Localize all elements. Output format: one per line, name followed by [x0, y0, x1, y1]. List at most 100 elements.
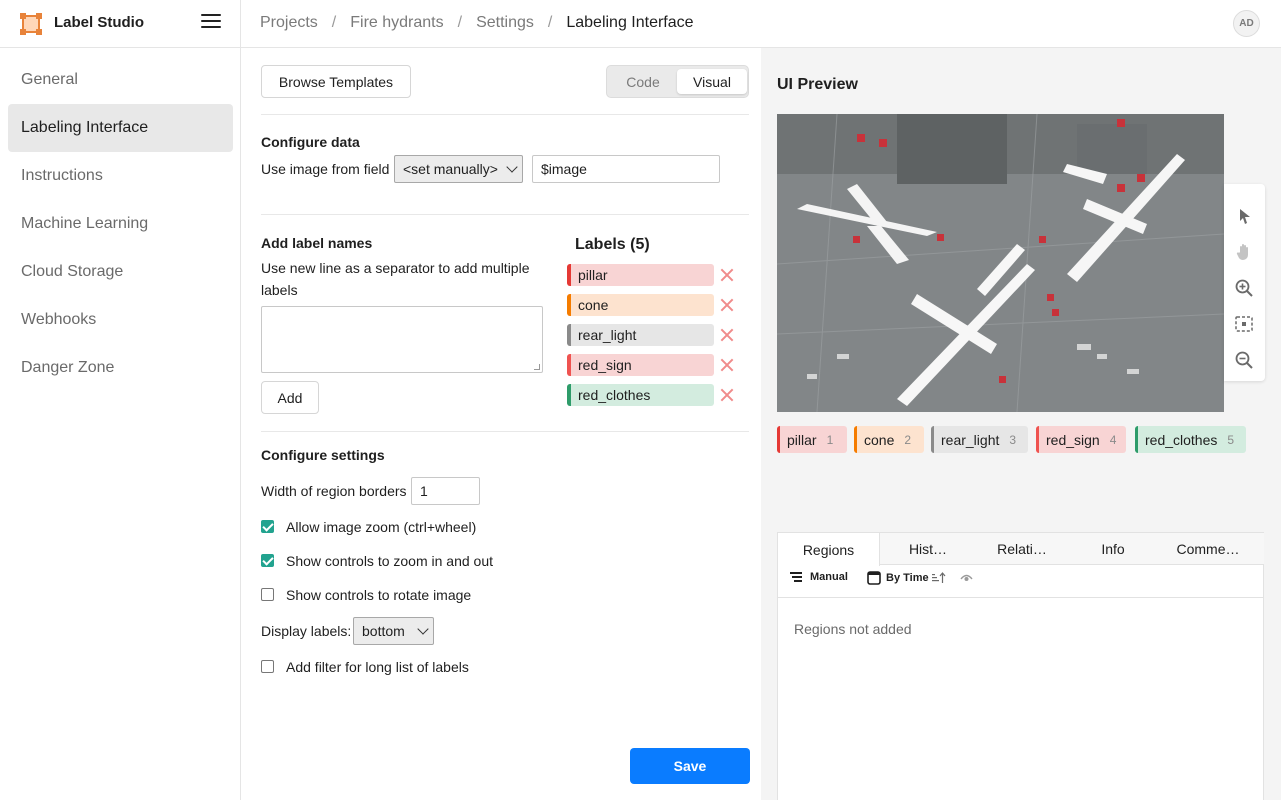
configure-data-title: Configure data — [261, 134, 360, 150]
save-button[interactable]: Save — [630, 748, 750, 784]
sidebar-item-cloud-storage[interactable]: Cloud Storage — [8, 248, 233, 296]
panel-tabs: Regions Hist… Relati… Info Comme… — [778, 533, 1264, 566]
sort-ascending-icon — [931, 572, 946, 583]
label-chip-rear-light[interactable]: rear_light — [567, 324, 714, 346]
hand-pan-icon[interactable] — [1234, 242, 1254, 262]
sidebar-item-danger-zone[interactable]: Danger Zone — [8, 344, 233, 392]
label-chip-red-clothes[interactable]: red_clothes — [567, 384, 714, 406]
display-labels-label: Display labels: — [261, 623, 352, 639]
close-icon[interactable] — [720, 388, 734, 402]
image-toolbar — [1224, 184, 1265, 381]
calendar-icon — [867, 571, 881, 585]
sidebar-item-machine-learning[interactable]: Machine Learning — [8, 200, 233, 248]
browse-templates-button[interactable]: Browse Templates — [261, 65, 411, 98]
labels-title: Labels (5) — [575, 236, 650, 253]
display-labels-select[interactable]: bottom — [353, 617, 434, 645]
tab-relations[interactable]: Relati… — [976, 533, 1068, 565]
label-chip-cone[interactable]: cone — [567, 294, 714, 316]
breadcrumb-projects[interactable]: Projects — [260, 14, 318, 32]
eye-icon[interactable] — [960, 573, 973, 583]
manual-label: Manual — [810, 571, 848, 583]
preview-label-name: red_sign — [1046, 431, 1100, 448]
settings-sidebar: General Labeling Interface Instructions … — [0, 48, 241, 800]
menu-icon[interactable] — [201, 14, 221, 34]
tab-visual[interactable]: Visual — [677, 69, 747, 94]
airport-aerial-photo-icon — [777, 114, 1224, 412]
filter-checkbox[interactable] — [261, 660, 274, 673]
label-chip-pillar[interactable]: pillar — [567, 264, 714, 286]
label-chip-red-sign[interactable]: red_sign — [567, 354, 714, 376]
breadcrumb-separator: / — [547, 14, 553, 31]
chevron-down-icon — [417, 623, 429, 635]
hotkey-badge: 2 — [904, 432, 912, 447]
breadcrumb-settings[interactable]: Settings — [476, 14, 534, 32]
zoom-checkbox[interactable] — [261, 520, 274, 533]
rotate-label: Show controls to rotate image — [286, 587, 472, 603]
fit-to-screen-icon[interactable] — [1234, 314, 1254, 334]
field-label: Use image from field — [261, 161, 390, 177]
preview-label-red-clothes[interactable]: red_clothes 5 — [1135, 426, 1246, 453]
hotkey-badge: 5 — [1227, 432, 1235, 447]
sidebar-item-general[interactable]: General — [8, 56, 233, 104]
zoom-controls-checkbox[interactable] — [261, 554, 274, 567]
field-input[interactable]: $image — [532, 155, 720, 183]
configure-settings-title: Configure settings — [261, 447, 385, 463]
zoom-out-icon[interactable] — [1234, 350, 1254, 370]
manual-sort-button[interactable]: Manual — [790, 571, 848, 583]
resize-grip-icon[interactable] — [534, 364, 540, 370]
border-width-input[interactable]: 1 — [411, 477, 480, 505]
preview-label-rear-light[interactable]: rear_light 3 — [931, 426, 1028, 453]
border-width-label: Width of region borders — [261, 483, 407, 499]
preview-image[interactable] — [777, 114, 1224, 412]
zoom-in-icon[interactable] — [1234, 278, 1254, 298]
preview-label-name: pillar — [787, 431, 817, 448]
tab-info[interactable]: Info — [1068, 533, 1158, 565]
by-time-sort-button[interactable]: By Time — [867, 571, 946, 585]
divider — [261, 431, 749, 432]
close-icon[interactable] — [720, 298, 734, 312]
divider — [261, 214, 749, 215]
sidebar-item-webhooks[interactable]: Webhooks — [8, 296, 233, 344]
breadcrumb: Projects / Fire hydrants / Settings / La… — [260, 14, 694, 32]
filter-label: Add filter for long list of labels — [286, 659, 469, 675]
preview-label-red-sign[interactable]: red_sign 4 — [1036, 426, 1126, 453]
rotate-checkbox[interactable] — [261, 588, 274, 601]
sidebar-item-instructions[interactable]: Instructions — [8, 152, 233, 200]
tab-code[interactable]: Code — [611, 69, 675, 94]
cursor-icon[interactable] — [1234, 206, 1254, 226]
add-labels-hint: Use new line as a separator to add multi… — [261, 260, 530, 298]
close-icon[interactable] — [720, 328, 734, 342]
tab-comments[interactable]: Comme… — [1158, 533, 1258, 565]
breadcrumb-separator: / — [331, 14, 337, 31]
close-icon[interactable] — [720, 268, 734, 282]
preview-label-cone[interactable]: cone 2 — [854, 426, 924, 453]
add-labels-title: Add label names — [261, 235, 373, 251]
list-icon — [790, 572, 802, 582]
hotkey-badge: 4 — [1109, 432, 1117, 447]
tab-history[interactable]: Hist… — [880, 533, 976, 565]
preview-pane: UI Preview pillar 1 cone 2 rear_light 3 … — [761, 48, 1281, 800]
hotkey-badge: 1 — [826, 432, 834, 447]
close-icon[interactable] — [720, 358, 734, 372]
label-names-textarea[interactable] — [261, 306, 543, 373]
preview-label-name: cone — [864, 431, 895, 448]
field-select-value: <set manually> — [403, 161, 498, 177]
divider — [261, 114, 749, 115]
display-labels-value: bottom — [362, 623, 405, 639]
regions-panel: Regions Hist… Relati… Info Comme… Manual… — [777, 532, 1264, 800]
mode-switch: Code Visual — [606, 65, 749, 98]
tab-regions[interactable]: Regions — [778, 533, 880, 566]
add-label-button[interactable]: Add — [261, 381, 319, 414]
breadcrumb-project[interactable]: Fire hydrants — [350, 14, 443, 32]
preview-title: UI Preview — [777, 76, 858, 93]
sidebar-item-labeling-interface[interactable]: Labeling Interface — [8, 104, 233, 152]
avatar[interactable]: AD — [1233, 10, 1260, 37]
preview-label-name: rear_light — [941, 431, 1000, 448]
breadcrumb-current: Labeling Interface — [566, 14, 694, 31]
chevron-down-icon — [506, 161, 518, 173]
preview-label-pillar[interactable]: pillar 1 — [777, 426, 847, 453]
regions-empty-message: Regions not added — [794, 621, 912, 637]
top-bar: Label Studio Projects / Fire hydrants / … — [0, 0, 1281, 48]
field-select[interactable]: <set manually> — [394, 155, 523, 183]
label-studio-logo-icon — [20, 13, 42, 35]
